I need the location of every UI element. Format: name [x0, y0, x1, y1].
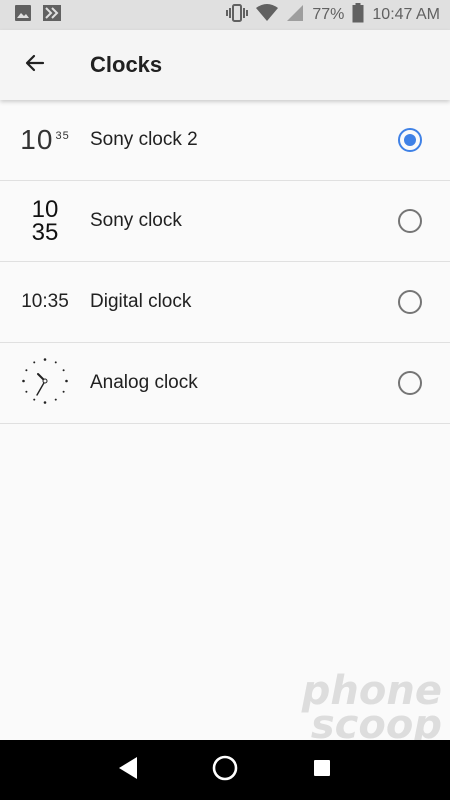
- option-label: Sony clock 2: [90, 129, 198, 150]
- radio-button[interactable]: [398, 290, 422, 314]
- clock-list: 10 35 Sony clock 2 10 35 Sony clock 10:3…: [0, 100, 450, 424]
- analog-clock-icon: [21, 357, 69, 410]
- option-label: Digital clock: [90, 291, 192, 312]
- back-triangle-icon: [117, 756, 139, 785]
- preview-hours: 10: [31, 196, 59, 223]
- sony-clock-2-preview: 10 35: [0, 100, 90, 181]
- clock-option-digital-clock[interactable]: 10:35 Digital clock: [0, 262, 450, 343]
- nav-back-button[interactable]: [108, 750, 148, 790]
- signal-icon: [286, 4, 304, 27]
- battery-percent: 77%: [312, 6, 345, 23]
- clock-option-sony-clock-2[interactable]: 10 35 Sony clock 2: [0, 100, 450, 181]
- digital-clock-preview: 10:35: [0, 262, 90, 343]
- back-button[interactable]: [0, 30, 70, 100]
- status-time: 10:47 AM: [372, 6, 440, 23]
- clock-option-sony-clock[interactable]: 10 35 Sony clock: [0, 181, 450, 262]
- radio-button-selected[interactable]: [398, 128, 422, 152]
- radio-button[interactable]: [398, 371, 422, 395]
- option-label: Sony clock: [90, 210, 182, 231]
- vibrate-icon: [226, 3, 249, 27]
- app-bar: Clocks: [0, 30, 450, 100]
- navigation-bar: [0, 740, 450, 800]
- page-title: Clocks: [90, 52, 163, 77]
- preview-minutes: 35: [55, 130, 70, 142]
- analog-clock-preview: [0, 343, 90, 424]
- status-left: [14, 4, 62, 27]
- sony-clock-preview: 10 35: [0, 181, 90, 262]
- arrow-back-icon: [23, 51, 47, 80]
- preview-minutes: 35: [31, 219, 59, 246]
- preview-hours: 10: [20, 124, 54, 155]
- clock-option-analog-clock[interactable]: Analog clock: [0, 343, 450, 424]
- status-right: 77% 10:47 AM: [226, 2, 440, 28]
- nav-home-button[interactable]: [205, 750, 245, 790]
- battery-icon: [352, 2, 364, 28]
- status-bar: 77% 10:47 AM: [0, 0, 450, 30]
- image-icon: [14, 4, 32, 27]
- wifi-icon: [256, 3, 279, 27]
- recents-square-icon: [312, 758, 332, 783]
- watermark-logo: phone scoop: [301, 668, 442, 748]
- option-label: Analog clock: [90, 372, 198, 393]
- nav-recents-button[interactable]: [302, 750, 342, 790]
- app-notification-icon: [42, 4, 62, 27]
- home-circle-icon: [211, 754, 239, 787]
- preview-time: 10:35: [21, 291, 69, 312]
- radio-button[interactable]: [398, 209, 422, 233]
